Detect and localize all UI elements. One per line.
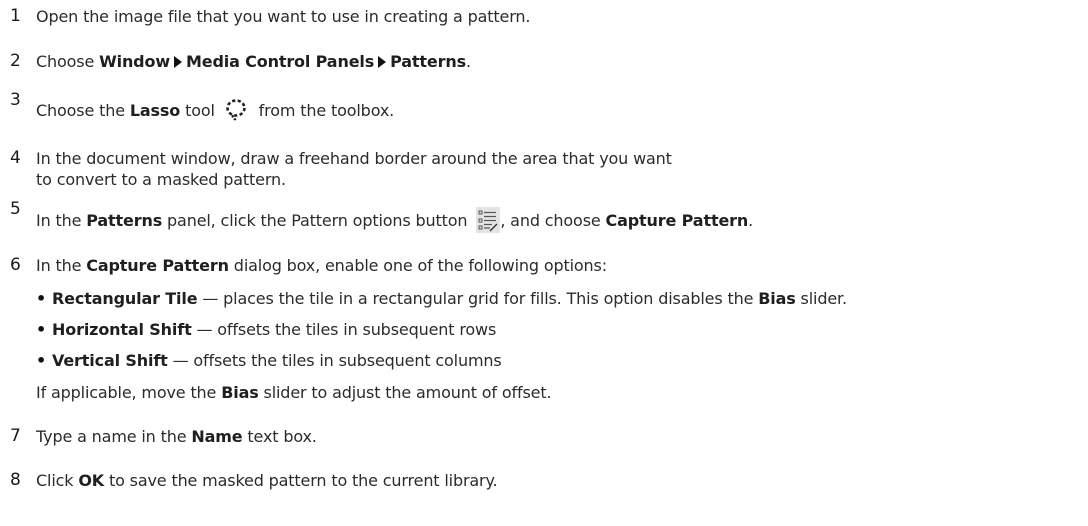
- step-number: 8: [10, 470, 21, 490]
- menu-patterns: Patterns: [390, 52, 466, 71]
- menu-media-control-panels: Media Control Panels: [185, 52, 375, 71]
- option-rectangular-tile: • Rectangular Tile — places the tile in a…: [36, 289, 847, 308]
- menu-arrow-icon: [173, 56, 182, 68]
- lasso-icon: [225, 99, 246, 121]
- step-number: 4: [10, 148, 21, 168]
- step-number: 7: [10, 426, 21, 446]
- step-text: Type a name in the Name text box.: [36, 427, 317, 446]
- bullet: •: [36, 289, 47, 308]
- dialog-capture-pattern: Capture Pattern: [86, 256, 229, 275]
- button-ok: OK: [78, 471, 105, 490]
- step-text: In the Patterns panel, click the Pattern…: [36, 207, 1084, 233]
- bullet: •: [36, 351, 47, 370]
- slider-ref: Bias: [758, 289, 796, 308]
- option-horizontal-shift: • Horizontal Shift — offsets the tiles in…: [36, 320, 497, 339]
- pattern-options-icon: [476, 207, 501, 233]
- step-number: 1: [10, 6, 21, 26]
- panel-patterns: Patterns: [86, 211, 163, 230]
- step-number: 6: [10, 255, 21, 275]
- bullet: •: [36, 320, 47, 339]
- step-text: Choose Window Media Control Panels Pattern…: [36, 52, 471, 71]
- slider-ref: Bias: [221, 383, 259, 402]
- step-text: Open the image file that you want to use…: [36, 7, 531, 26]
- field-name: Name: [191, 427, 243, 446]
- command-capture-pattern: Capture Pattern: [605, 211, 749, 230]
- option-vertical-shift: • Vertical Shift — offsets the tiles in s…: [36, 351, 502, 370]
- option-name: Vertical Shift: [52, 351, 168, 370]
- step-number: 3: [10, 90, 21, 110]
- tool-lasso: Lasso: [129, 101, 181, 120]
- step-number: 5: [10, 199, 21, 219]
- step-text: Click OK to save the masked pattern to t…: [36, 471, 498, 490]
- step-text: Choose the Lasso tool from the toolbox.: [36, 98, 1084, 122]
- step-number: 2: [10, 51, 21, 71]
- step-text: In the Capture Pattern dialog box, enabl…: [36, 256, 607, 275]
- step-text: In the document window, draw a freehand …: [36, 149, 672, 189]
- option-name: Horizontal Shift: [52, 320, 192, 339]
- option-name: Rectangular Tile: [52, 289, 198, 308]
- bias-note: If applicable, move the Bias slider to a…: [36, 383, 552, 402]
- menu-arrow-icon: [378, 56, 387, 68]
- menu-window: Window: [99, 52, 170, 71]
